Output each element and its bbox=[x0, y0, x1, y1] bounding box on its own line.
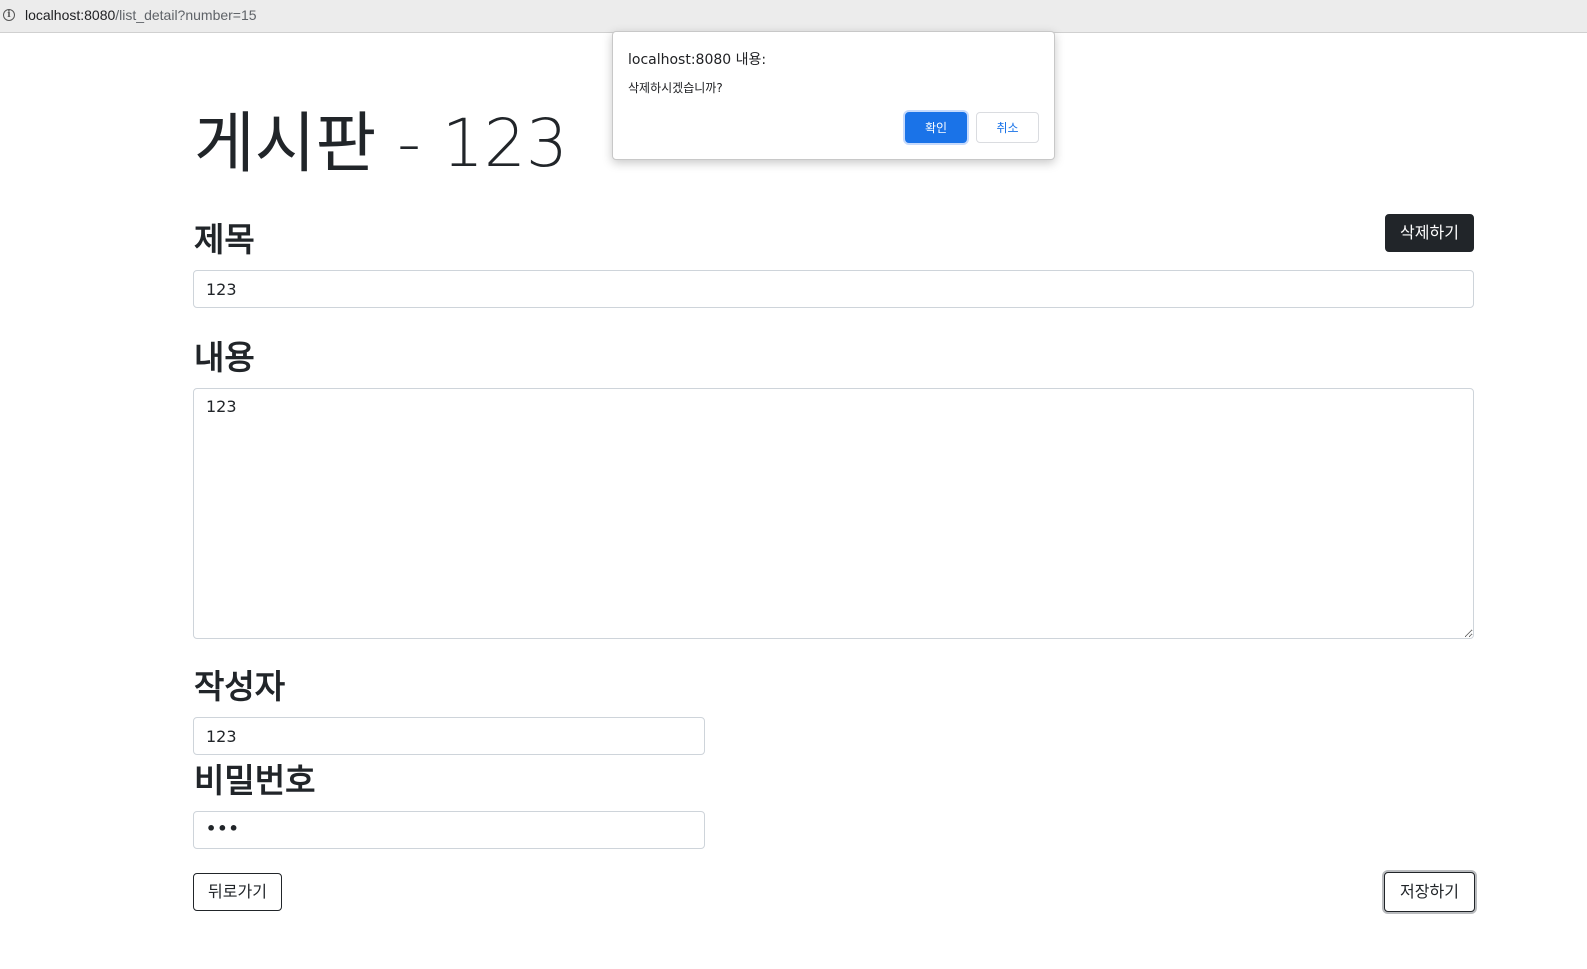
confirm-dialog: localhost:8080 내용: 삭제하시겠습니까? 확인 취소 bbox=[612, 31, 1055, 160]
url-host: localhost:8080 bbox=[25, 7, 116, 23]
content-textarea[interactable]: 123 bbox=[193, 388, 1474, 639]
browser-address-bar[interactable]: i localhost:8080/list_detail?number=15 bbox=[0, 0, 1587, 33]
delete-button[interactable]: 삭제하기 bbox=[1385, 214, 1474, 252]
dialog-title: localhost:8080 내용: bbox=[628, 52, 767, 68]
dialog-ok-button[interactable]: 확인 bbox=[905, 112, 967, 143]
info-icon[interactable]: i bbox=[3, 9, 15, 21]
page-title: 게시판 - 123 bbox=[194, 105, 568, 182]
dialog-cancel-button[interactable]: 취소 bbox=[976, 112, 1039, 143]
author-input[interactable] bbox=[193, 717, 705, 755]
author-label: 작성자 bbox=[194, 667, 286, 706]
url-path: /list_detail?number=15 bbox=[115, 7, 257, 23]
dialog-message: 삭제하시겠습니까? bbox=[628, 81, 723, 95]
url-text[interactable]: localhost:8080/list_detail?number=15 bbox=[25, 7, 257, 23]
password-label: 비밀번호 bbox=[194, 761, 316, 800]
content-label: 내용 bbox=[194, 338, 255, 377]
password-input[interactable] bbox=[193, 811, 705, 849]
title-input[interactable] bbox=[193, 270, 1474, 308]
back-button[interactable]: 뒤로가기 bbox=[193, 873, 282, 911]
title-label: 제목 bbox=[194, 220, 255, 259]
save-button[interactable]: 저장하기 bbox=[1384, 872, 1475, 912]
